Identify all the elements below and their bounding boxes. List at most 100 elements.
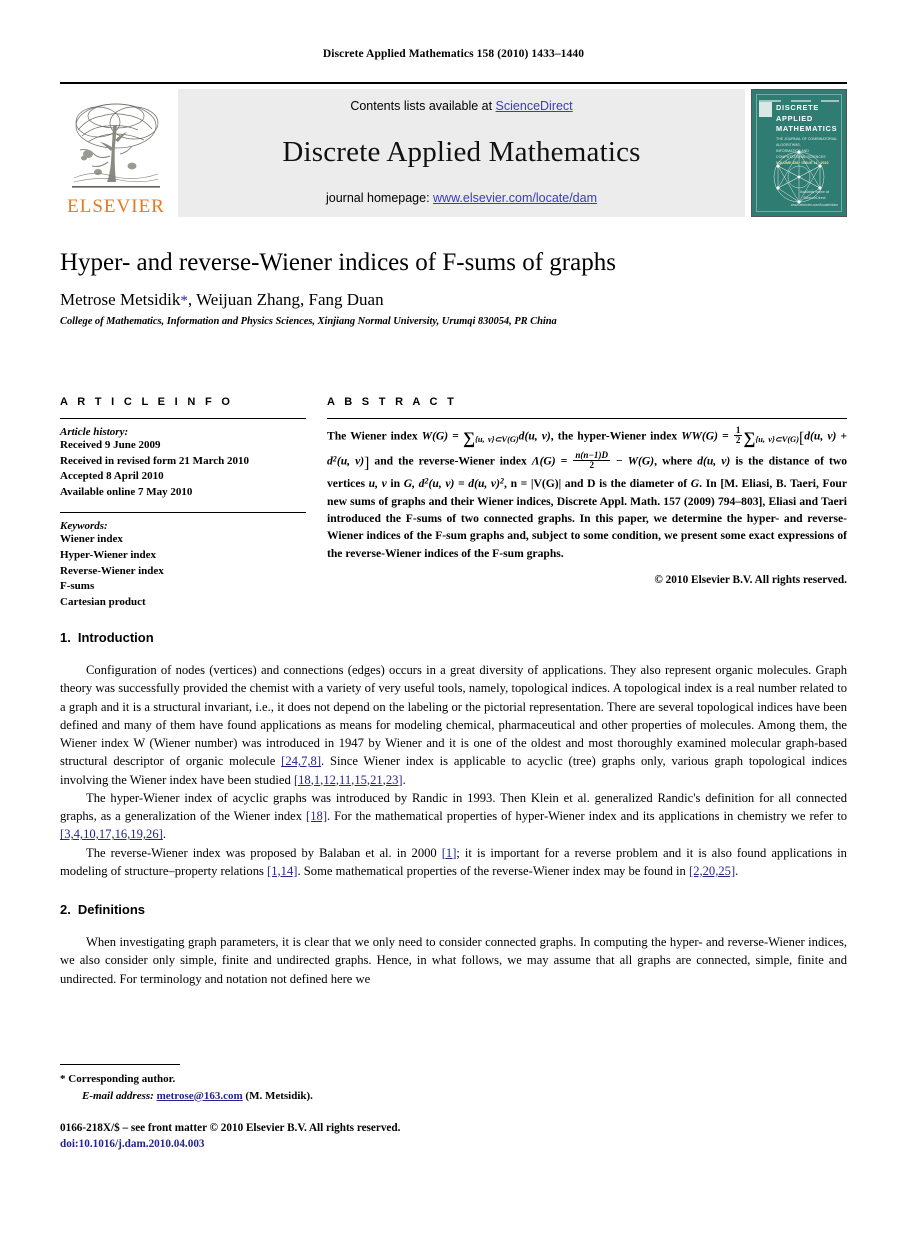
sym-d-uv: d(u, v)	[697, 454, 731, 468]
info-abstract-row: A R T I C L E I N F O Article history: R…	[60, 396, 847, 610]
cover-footer: Available online at ScienceDirect www.el…	[791, 189, 838, 208]
para-frag: .	[162, 827, 166, 842]
sum-subscript: {u, v}⊂V(G)	[474, 435, 519, 445]
fraction-one-half: 12	[733, 425, 743, 446]
sym-W: W	[627, 454, 639, 468]
elsevier-logo: ELSEVIER	[60, 89, 172, 217]
footnote-corresponding-author: * Corresponding author.	[60, 1071, 480, 1088]
abstract-heading: A B S T R A C T	[327, 396, 458, 408]
citation-link[interactable]: [3,4,10,17,16,19,26]	[60, 827, 163, 841]
footnote-email: E-mail address: metrose@163.com (M. Mets…	[60, 1088, 480, 1105]
running-head: Discrete Applied Mathematics 158 (2010) …	[322, 48, 585, 60]
abstract-frag: The Wiener index	[327, 429, 422, 443]
sciencedirect-link[interactable]: ScienceDirect	[496, 99, 573, 113]
article-info-column: A R T I C L E I N F O Article history: R…	[60, 396, 306, 610]
abstract-frag: =	[555, 454, 573, 468]
sym-W-arg: (G)	[638, 454, 655, 468]
frac-denominator: 2	[735, 435, 741, 446]
journal-cover-thumbnail[interactable]: DISCRETE APPLIED MATHEMATICS THE JOURNAL…	[751, 89, 847, 217]
sym-G: G	[690, 477, 700, 491]
sym-lambda: Λ	[531, 454, 540, 468]
front-matter-line: 0166-218X/$ – see front matter © 2010 El…	[60, 1122, 401, 1134]
keywords-rule	[60, 512, 306, 514]
homepage-prefix: journal homepage:	[326, 191, 434, 205]
journal-band: Contents lists available at ScienceDirec…	[178, 89, 745, 217]
contents-prefix: Contents lists available at	[350, 99, 496, 113]
article-info-heading: A R T I C L E I N F O	[60, 396, 234, 408]
sym-d-uv: d(u, v)	[518, 429, 551, 443]
paragraph: Configuration of nodes (vertices) and co…	[60, 661, 847, 789]
sum-symbol: ∑	[743, 428, 756, 448]
citation-link[interactable]: [18]	[306, 809, 327, 823]
imprint-block: 0166-218X/$ – see front matter © 2010 El…	[60, 1120, 560, 1152]
footnote-email-suffix: (M. Metsidik).	[245, 1089, 313, 1102]
corresponding-author-marker[interactable]: *	[180, 293, 188, 309]
cover-title: DISCRETE APPLIED MATHEMATICS	[776, 103, 840, 135]
history-item: Received 9 June 2009	[60, 439, 161, 451]
paragraph: The reverse-Wiener index was proposed by…	[60, 844, 847, 881]
keyword-item: Reverse-Wiener index	[60, 564, 164, 577]
section-number: 1.	[60, 630, 71, 645]
article-info-rule	[60, 418, 306, 419]
sym-d-eq: (u, v) = d(u, v)	[428, 477, 500, 491]
article-history-block: Article history: Received 9 June 2009 Re…	[60, 426, 306, 500]
fraction-nnd: n(n−1)D 2	[573, 450, 610, 471]
history-item: Available online 7 May 2010	[60, 485, 193, 498]
sym-uv: u, v	[368, 477, 387, 491]
sym-lambda-arg: (G)	[539, 454, 556, 468]
sum-symbol: ∑	[462, 428, 475, 448]
journal-masthead: ELSEVIER Contents lists available at Sci…	[60, 82, 847, 217]
sum-subscript: {u, v}⊂V(G)	[755, 435, 799, 445]
cover-footer-line3: www.elsevier.com/locate/dam	[790, 202, 838, 207]
footnote-star: *	[60, 1073, 66, 1085]
article-first-page: Discrete Applied Mathematics 158 (2010) …	[0, 0, 907, 1238]
footnote-block: * Corresponding author. E-mail address: …	[60, 1064, 480, 1104]
doi-line[interactable]: doi:10.1016/j.dam.2010.04.003	[60, 1136, 560, 1152]
abstract-copyright: © 2010 Elsevier B.V. All rights reserved…	[654, 574, 847, 587]
author-list-rest: , Weijuan Zhang, Fang Duan	[187, 290, 384, 309]
email-link[interactable]: metrose@163.com	[157, 1090, 243, 1102]
sym-W-arg: (G)	[432, 429, 449, 443]
paragraph: When investigating graph parameters, it …	[60, 935, 847, 986]
section-title: Definitions	[77, 902, 146, 917]
keyword-item: F-sums	[60, 580, 95, 593]
article-history-label: Article history:	[60, 426, 129, 438]
article-title: Hyper- and reverse-Wiener indices of F-s…	[60, 249, 616, 276]
sym-WW-arg: (G)	[701, 429, 718, 443]
elsevier-tree-icon	[70, 98, 162, 194]
masthead-top-rule	[60, 82, 847, 84]
sym-inner-arg: (u, v)	[336, 454, 365, 468]
para-frag: . Some mathematical properties of the re…	[297, 863, 689, 878]
journal-homepage-link[interactable]: www.elsevier.com/locate/dam	[433, 191, 597, 205]
para-frag: The reverse-Wiener index was proposed by…	[86, 845, 442, 860]
citation-link[interactable]: [24,7,8]	[281, 754, 321, 768]
section-number: 2.	[60, 902, 71, 917]
abstract-frag: =	[448, 429, 463, 443]
cover-title-line3: MATHEMATICS	[776, 124, 838, 134]
journal-homepage-line: journal homepage: www.elsevier.com/locat…	[326, 191, 597, 205]
abstract-frag: , n = |V(G)| and D is the diameter of	[504, 477, 691, 491]
keywords-block: Keywords: Wiener index Hyper-Wiener inde…	[60, 520, 306, 610]
citation-link[interactable]: [2,20,25]	[689, 864, 735, 878]
citation-link[interactable]: [1,14]	[267, 864, 297, 878]
abstract-rule	[327, 418, 847, 419]
keyword-item: Cartesian product	[60, 595, 146, 608]
abstract-frag: in	[386, 477, 404, 491]
abstract-frag: −	[610, 454, 628, 468]
article-body: 1. Introduction Configuration of nodes (v…	[60, 630, 847, 988]
footnote-rule	[60, 1064, 180, 1065]
cover-title-line2: APPLIED	[776, 113, 813, 123]
citation-link[interactable]: [18,1,12,11,15,21,23]	[294, 773, 403, 787]
para-frag: . For the mathematical properties of hyp…	[327, 809, 848, 823]
citation-link[interactable]: [1]	[442, 846, 457, 860]
journal-title: Discrete Applied Mathematics	[282, 135, 641, 168]
affiliation: College of Mathematics, Information and …	[60, 316, 557, 327]
para-frag: .	[402, 772, 406, 787]
footnote-corresponding-text: Corresponding author.	[68, 1073, 176, 1085]
frac-denominator: 2	[589, 460, 594, 471]
history-item: Accepted 8 April 2010	[60, 470, 164, 483]
contents-available-line: Contents lists available at ScienceDirec…	[350, 99, 572, 113]
history-item: Received in revised form 21 March 2010	[60, 454, 249, 467]
keyword-item: Wiener index	[60, 533, 123, 546]
author-list: Metrose Metsidik*, Weijuan Zhang, Fang D…	[60, 290, 847, 310]
